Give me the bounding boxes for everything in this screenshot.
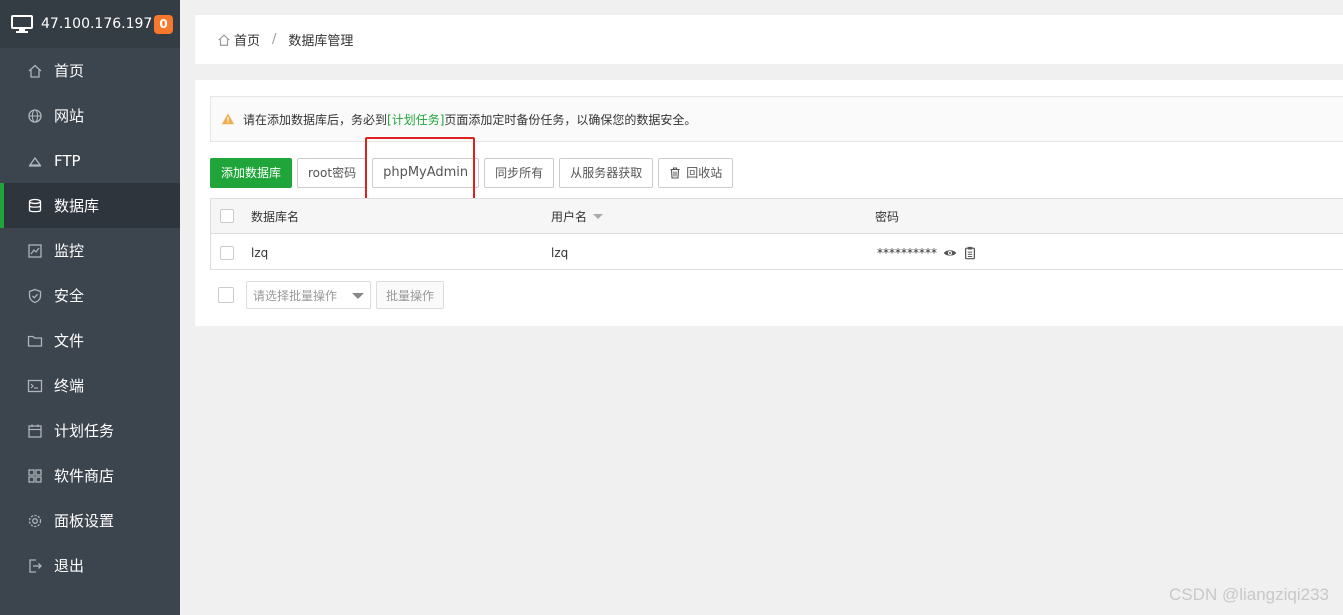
password-cell: ********** bbox=[877, 234, 977, 271]
column-header-user[interactable]: 用户名 bbox=[551, 199, 604, 233]
batch-select-placeholder: 请选择批量操作 bbox=[253, 288, 338, 303]
home-icon bbox=[218, 33, 230, 46]
sidebar-item-cron[interactable]: 计划任务 bbox=[0, 408, 180, 453]
sidebar-item-label: 退出 bbox=[54, 557, 85, 575]
column-header-name: 数据库名 bbox=[251, 209, 300, 224]
database-panel: 请在添加数据库后，务必到 [计划任务] 页面添加定时备份任务，以确保您的数据安全。 … bbox=[195, 80, 1343, 326]
sidebar-item-logout[interactable]: 退出 bbox=[0, 543, 180, 588]
batch-operation-select[interactable]: 请选择批量操作 bbox=[246, 281, 371, 309]
recycle-bin-label: 回收站 bbox=[686, 166, 723, 180]
home-icon bbox=[27, 63, 43, 79]
globe-icon bbox=[27, 108, 43, 124]
sidebar-item-label: 计划任务 bbox=[54, 422, 115, 440]
fetch-from-server-button[interactable]: 从服务器获取 bbox=[559, 158, 654, 188]
sidebar-item-store[interactable]: 软件商店 bbox=[0, 453, 180, 498]
batch-select-checkbox[interactable] bbox=[218, 287, 234, 303]
recycle-bin-button[interactable]: 回收站 bbox=[658, 158, 734, 188]
folder-icon bbox=[27, 333, 43, 349]
breadcrumb-separator: / bbox=[272, 32, 277, 47]
sidebar-item-label: 数据库 bbox=[54, 197, 100, 215]
sidebar-item-settings[interactable]: 面板设置 bbox=[0, 498, 180, 543]
gear-icon bbox=[27, 513, 43, 529]
apps-icon bbox=[27, 468, 43, 484]
server-header[interactable]: 47.100.176.197 0 bbox=[0, 0, 180, 48]
monitor-chart-icon bbox=[27, 243, 43, 259]
shield-icon bbox=[27, 288, 43, 304]
sidebar-item-label: 软件商店 bbox=[54, 467, 115, 485]
sidebar-item-monitor[interactable]: 监控 bbox=[0, 228, 180, 273]
batch-operation-button[interactable]: 批量操作 bbox=[376, 281, 445, 309]
dropdown-arrow-icon bbox=[352, 293, 364, 299]
breadcrumb-home-link[interactable]: 首页 bbox=[234, 30, 260, 49]
sort-caret-icon[interactable] bbox=[593, 213, 604, 219]
notification-badge[interactable]: 0 bbox=[154, 14, 173, 34]
column-header-password: 密码 bbox=[875, 209, 900, 224]
sidebar-item-website[interactable]: 网站 bbox=[0, 93, 180, 138]
copy-icon[interactable] bbox=[963, 246, 977, 260]
password-mask: ********** bbox=[877, 245, 937, 260]
add-database-button[interactable]: 添加数据库 bbox=[210, 158, 293, 188]
sidebar: 47.100.176.197 0 首页 网站 FTP 数据库 监控 安全 文件 … bbox=[0, 0, 180, 615]
database-table: 数据库名 用户名 密码 lzq lzq ********** bbox=[210, 198, 1343, 270]
sidebar-item-label: 文件 bbox=[54, 332, 85, 350]
sidebar-item-label: 安全 bbox=[54, 287, 85, 305]
table-header: 数据库名 用户名 密码 bbox=[211, 199, 1343, 234]
sync-all-button[interactable]: 同步所有 bbox=[484, 158, 555, 188]
sidebar-item-ftp[interactable]: FTP bbox=[0, 138, 180, 183]
monitor-icon bbox=[11, 15, 33, 33]
sidebar-item-home[interactable]: 首页 bbox=[0, 48, 180, 93]
sidebar-item-label: FTP bbox=[54, 151, 81, 170]
server-ip: 47.100.176.197 bbox=[41, 16, 153, 32]
eye-icon[interactable] bbox=[943, 246, 957, 260]
breadcrumb: 首页 / 数据库管理 bbox=[195, 15, 1343, 64]
sidebar-item-terminal[interactable]: 终端 bbox=[0, 363, 180, 408]
root-password-button[interactable]: root密码 bbox=[297, 158, 368, 188]
database-name[interactable]: lzq bbox=[251, 234, 268, 271]
row-checkbox[interactable] bbox=[220, 245, 234, 260]
table-row: lzq lzq ********** bbox=[211, 234, 1343, 271]
batch-actions: 请选择批量操作 批量操作 bbox=[218, 281, 445, 309]
column-header-user-label: 用户名 bbox=[551, 209, 588, 224]
breadcrumb-current: 数据库管理 bbox=[288, 34, 354, 49]
select-all-checkbox[interactable] bbox=[220, 209, 234, 223]
sidebar-item-security[interactable]: 安全 bbox=[0, 273, 180, 318]
watermark: CSDN @liangziqi233 bbox=[1169, 585, 1329, 604]
cron-task-link[interactable]: [计划任务] bbox=[387, 111, 444, 128]
database-icon bbox=[27, 198, 43, 214]
logout-icon bbox=[27, 558, 43, 574]
terminal-icon bbox=[27, 378, 43, 394]
sidebar-item-label: 首页 bbox=[54, 62, 85, 80]
sidebar-item-label: 网站 bbox=[54, 107, 85, 125]
sidebar-item-files[interactable]: 文件 bbox=[0, 318, 180, 363]
trash-icon bbox=[670, 167, 680, 179]
alert-text-before: 请在添加数据库后，务必到 bbox=[243, 112, 388, 127]
backup-alert: 请在添加数据库后，务必到 [计划任务] 页面添加定时备份任务，以确保您的数据安全。 bbox=[210, 96, 1343, 142]
sidebar-item-database[interactable]: 数据库 bbox=[0, 183, 180, 228]
sidebar-item-label: 终端 bbox=[54, 377, 85, 395]
calendar-icon bbox=[27, 423, 43, 439]
sidebar-item-label: 监控 bbox=[54, 242, 85, 260]
sidebar-item-label: 面板设置 bbox=[54, 512, 115, 530]
database-user: lzq bbox=[551, 245, 569, 260]
highlight-box bbox=[365, 137, 475, 207]
ftp-icon bbox=[27, 153, 43, 169]
alert-text-after: 页面添加定时备份任务，以确保您的数据安全。 bbox=[444, 112, 697, 127]
warning-icon bbox=[221, 113, 235, 125]
